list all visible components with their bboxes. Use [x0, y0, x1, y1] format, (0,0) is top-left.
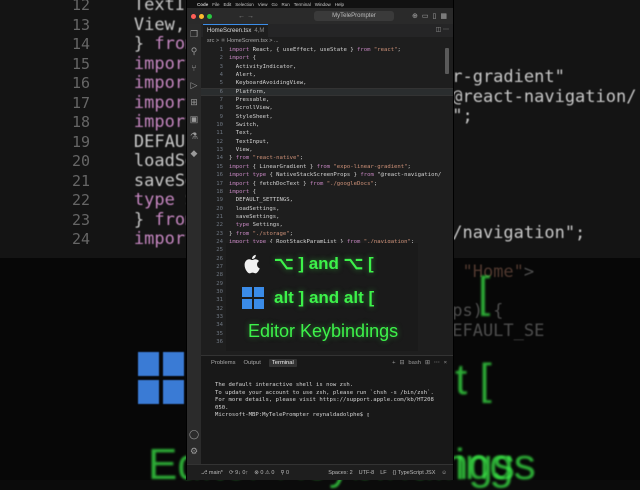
menu-item-window[interactable]: Window — [315, 2, 331, 7]
python-icon[interactable]: ◆ — [187, 146, 201, 160]
extensions-icon[interactable]: ⊞ — [187, 95, 201, 109]
mac-row: ⌥ ] and ⌥ [ — [242, 253, 374, 275]
command-center-search[interactable]: MyTelePrompter — [313, 11, 394, 21]
split-editor-icon[interactable]: ◫ — [436, 27, 442, 33]
menu-item-edit[interactable]: Edit — [224, 2, 232, 7]
indentation[interactable]: Spaces: 2 — [328, 470, 352, 476]
tab-output[interactable]: Output — [243, 360, 260, 366]
titlebar: ← → MyTelePrompter ⊕ ▭ ▯ ▦ — [187, 8, 453, 24]
panel-tabs: Problems Output Terminal + ⊟ bash ⊞ ⋯ × — [201, 356, 453, 370]
testing-icon[interactable]: ⚗ — [187, 129, 201, 143]
panel-toggle-icon[interactable]: ▭ — [422, 12, 429, 20]
source-control-icon[interactable]: ⑂ — [187, 61, 201, 75]
bottom-panel: Problems Output Terminal + ⊟ bash ⊞ ⋯ × … — [201, 355, 453, 466]
tab-homescreen[interactable]: HomeScreen.tsx 4,M — [203, 24, 269, 38]
tab-modified-badge: 4,M — [254, 28, 265, 34]
tab-actions: ◫ ⋯ — [436, 26, 449, 33]
background-ings: ings — [455, 440, 536, 489]
status-bar: ⎇ main* ⟳ 9↓ 0↑ ⊗ 0 ⚠ 0 ⚲ 0 Spaces: 2 UT… — [187, 464, 453, 480]
tab-label: HomeScreen.tsx — [207, 28, 252, 34]
terminal-output[interactable]: The default interactive shell is now zsh… — [215, 382, 434, 420]
window-controls — [191, 13, 212, 19]
copilot-icon[interactable]: ⊕ — [412, 12, 418, 20]
apple-icon — [242, 253, 264, 275]
overlay-title: Editor Keybindings — [248, 321, 399, 341]
sync-status[interactable]: ⟳ 9↓ 0↑ — [229, 470, 248, 476]
editor-scrollbar[interactable] — [445, 48, 449, 74]
windows-icon — [242, 287, 264, 309]
panel-actions: + ⊟ bash ⊞ ⋯ × — [392, 360, 447, 366]
nav-arrows-icon[interactable]: ← → — [238, 13, 254, 20]
tab-problems[interactable]: Problems — [211, 360, 235, 366]
run-debug-icon[interactable]: ▷ — [187, 78, 201, 92]
background-alt-bracket: t [ — [455, 355, 492, 404]
menu-item-help[interactable]: Help — [335, 2, 344, 7]
more-actions-icon[interactable]: ⋯ — [443, 27, 449, 33]
activity-bar: ❐ ⚲ ⑂ ▷ ⊞ ▣ ⚗ ◆ ◯ ⚙ — [187, 24, 201, 464]
background-code-left: TextIn View, } from import { import t im… — [133, 0, 186, 249]
git-branch[interactable]: ⎇ main* — [201, 470, 223, 476]
background-bracket: [ — [478, 268, 491, 317]
panel-more-icon[interactable]: ⋯ — [434, 360, 440, 366]
layout-icon[interactable]: ▦ — [440, 12, 447, 20]
sidebar-toggle-icon[interactable]: ▯ — [433, 12, 437, 20]
windows-row: alt ] and alt [ — [242, 287, 374, 309]
tab-terminal[interactable]: Terminal — [268, 359, 297, 367]
search-icon[interactable]: ⚲ — [187, 44, 201, 58]
keybinding-overlay: ⌥ ] and ⌥ [ alt ] and alt [ Editor Keybi… — [226, 243, 418, 351]
remote-explorer-icon[interactable]: ▣ — [187, 112, 201, 126]
menu-item-view[interactable]: View — [258, 2, 268, 7]
line-ending[interactable]: LF — [380, 470, 386, 476]
line-numbers: 1 2 3 4 5 6 7 8 9 10 11 12 13 14 15 16 1… — [216, 47, 223, 346]
new-terminal-icon[interactable]: + — [392, 360, 395, 366]
encoding[interactable]: UTF-8 — [359, 470, 375, 476]
layout-icons: ⊕ ▭ ▯ ▦ — [412, 12, 447, 20]
menu-item-code[interactable]: Code — [197, 2, 208, 7]
menu-item-run[interactable]: Run — [282, 2, 290, 7]
menu-item-go[interactable]: Go — [271, 2, 277, 7]
problems-count[interactable]: ⊗ 0 ⚠ 0 — [254, 470, 274, 476]
close-window-button[interactable] — [191, 13, 196, 19]
ports-count[interactable]: ⚲ 0 — [280, 470, 289, 476]
menu-item-terminal[interactable]: Terminal — [294, 2, 311, 7]
feedback-icon[interactable]: ☺ — [441, 470, 447, 476]
maximize-window-button[interactable] — [207, 13, 212, 19]
menu-item-file[interactable]: File — [212, 2, 219, 7]
settings-gear-icon[interactable]: ⚙ — [187, 444, 201, 458]
explorer-icon[interactable]: ❐ — [187, 27, 201, 41]
close-panel-icon[interactable]: × — [444, 360, 447, 366]
background-windows-icon — [138, 352, 184, 404]
windows-keys: alt ] and alt [ — [274, 288, 375, 307]
editor-tabs: HomeScreen.tsx 4,M ◫ ⋯ — [201, 24, 453, 38]
split-terminal-icon[interactable]: ⊟ — [400, 360, 405, 366]
menu-item-selection[interactable]: Selection — [235, 2, 254, 7]
vscode-window: Code File Edit Selection View Go Run Terminal Wi… — [186, 0, 454, 480]
account-icon[interactable]: ◯ — [187, 427, 201, 441]
breadcrumb[interactable]: src > ⚛ HomeScreen.tsx > ... — [201, 37, 279, 46]
menubar: Code File Edit Selection View Go Run Terminal Wi… — [187, 0, 453, 8]
mac-keys: ⌥ ] and ⌥ [ — [274, 254, 374, 273]
language-mode[interactable]: {} TypeScript JSX — [393, 470, 436, 476]
minimize-window-button[interactable] — [199, 13, 204, 19]
terminal-shell-label[interactable]: bash — [408, 360, 421, 366]
maximize-panel-icon[interactable]: ⊞ — [425, 360, 430, 366]
